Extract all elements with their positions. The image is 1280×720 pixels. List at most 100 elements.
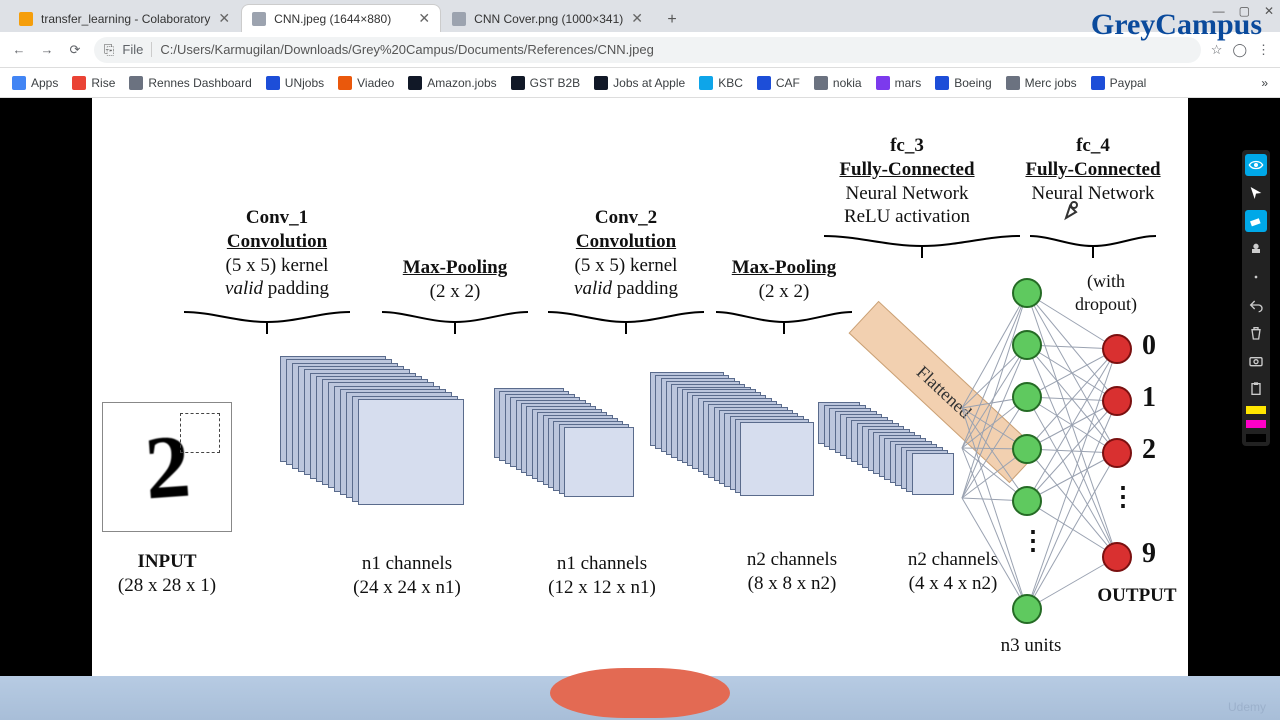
bookmark-star-icon[interactable]: ☆ [1211, 42, 1223, 58]
conv1-pad-suf: padding [263, 278, 329, 299]
fc4-node [1102, 438, 1132, 468]
color-swatch-black[interactable] [1246, 434, 1266, 442]
bookmark-favicon [814, 76, 828, 90]
undo-tool-icon[interactable] [1245, 294, 1267, 316]
bookmark-favicon [699, 76, 713, 90]
close-icon[interactable]: ✕ [631, 10, 643, 27]
pen-icon[interactable] [1240, 126, 1262, 148]
conv1-kernel: (5 x 5) kernel [182, 254, 372, 278]
bookmark-label: Boeing [954, 76, 991, 90]
greycampus-watermark: GreyCampus [1091, 8, 1262, 42]
conv2-out: n2 channels (8 x 8 x n2) [702, 548, 882, 596]
bookmark-label: Apps [31, 76, 58, 90]
input-title: INPUT [102, 550, 232, 574]
bookmark-label: Rennes Dashboard [148, 76, 251, 90]
visibility-tool-icon[interactable] [1245, 154, 1267, 176]
bookmark-favicon [511, 76, 525, 90]
bookmark-item[interactable]: CAF [757, 76, 800, 90]
close-icon[interactable]: ✕ [418, 10, 430, 27]
camera-tool-icon[interactable] [1245, 350, 1267, 372]
menu-icon[interactable]: ⋮ [1257, 42, 1270, 58]
fc3-units: n3 units [976, 634, 1086, 658]
bookmark-label: GST B2B [530, 76, 580, 90]
bookmark-item[interactable]: KBC [699, 76, 743, 90]
window-close-button[interactable]: ✕ [1264, 4, 1274, 18]
pool1-stack [494, 388, 654, 538]
bookmarks-overflow[interactable]: » [1261, 76, 1268, 90]
close-icon[interactable]: ✕ [218, 10, 230, 27]
forward-button[interactable]: → [38, 41, 56, 59]
bookmark-item[interactable]: Jobs at Apple [594, 76, 685, 90]
bookmark-item[interactable]: Boeing [935, 76, 991, 90]
fc3-node [1012, 382, 1042, 412]
profile-icon[interactable]: ◯ [1232, 42, 1247, 58]
pool1-outshape: (12 x 12 x n1) [512, 576, 692, 600]
stamp-cursor-icon [1062, 198, 1086, 222]
pool1-label: Max-Pooling (2 x 2) [360, 256, 550, 304]
bookmark-item[interactable]: Rise [72, 76, 115, 90]
back-button[interactable]: ← [10, 41, 28, 59]
omnibox[interactable]: ⎘ File C:/Users/Karmugilan/Downloads/Gre… [94, 37, 1201, 63]
browser-tab[interactable]: CNN Cover.png (1000×341) ✕ [441, 4, 654, 32]
bookmark-item[interactable]: Viadeo [338, 76, 394, 90]
bookmark-item[interactable]: Amazon.jobs [408, 76, 496, 90]
cnn-diagram: 2 INPUT (28 x 28 x 1) Conv_1 Convolution… [92, 98, 1188, 676]
conv1-out: n1 channels (24 x 24 x n1) [312, 552, 502, 600]
fc4-label: fc_4 Fully-Connected Neural Network [1008, 134, 1178, 205]
bookmark-favicon [129, 76, 143, 90]
url-path: C:/Users/Karmugilan/Downloads/Grey%20Cam… [160, 42, 653, 57]
trash-tool-icon[interactable] [1245, 322, 1267, 344]
annotation-toolbar [1242, 150, 1270, 446]
fc3-node [1012, 434, 1042, 464]
color-swatch-yellow[interactable] [1246, 406, 1266, 414]
bookmark-label: CAF [776, 76, 800, 90]
bookmark-item[interactable]: GST B2B [511, 76, 580, 90]
bookmark-item[interactable]: Apps [12, 76, 58, 90]
bookmark-favicon [12, 76, 26, 90]
pointer-tool-icon[interactable] [1245, 182, 1267, 204]
conv2-outshape: (8 x 8 x n2) [702, 572, 882, 596]
output-class-0: 0 [1142, 330, 1156, 362]
stamp-tool-icon[interactable] [1245, 238, 1267, 260]
bookmark-favicon [72, 76, 86, 90]
color-swatch-magenta[interactable] [1246, 420, 1266, 428]
conv2-channels: n2 channels [702, 548, 882, 572]
fc4-type: Fully-Connected [1008, 158, 1178, 182]
browser-tab-active[interactable]: CNN.jpeg (1644×880) ✕ [241, 4, 441, 32]
browser-tab[interactable]: transfer_learning - Colaboratory ✕ [8, 4, 241, 32]
addr-right: ☆ ◯ ⋮ [1211, 42, 1270, 58]
feature-map-layer [564, 427, 634, 497]
conv1-outshape: (24 x 24 x n1) [312, 576, 502, 600]
bookmark-favicon [594, 76, 608, 90]
bookmark-label: KBC [718, 76, 743, 90]
bookmark-favicon [1091, 76, 1105, 90]
bookmark-item[interactable]: Paypal [1091, 76, 1147, 90]
eraser-tool-icon[interactable] [1245, 210, 1267, 232]
conv1-label: Conv_1 Convolution (5 x 5) kernel valid … [182, 206, 372, 301]
conv1-stack [280, 356, 470, 536]
brace-icon [182, 310, 352, 338]
bookmark-label: Rise [91, 76, 115, 90]
new-tab-button[interactable]: + [660, 8, 684, 32]
bookmark-item[interactable]: Rennes Dashboard [129, 76, 251, 90]
bookmark-label: mars [895, 76, 922, 90]
bookmark-item[interactable]: nokia [814, 76, 862, 90]
clipboard-tool-icon[interactable] [1245, 378, 1267, 400]
conv1-type: Convolution [182, 230, 372, 254]
fc3-node [1012, 486, 1042, 516]
conv1-name: Conv_1 [182, 206, 372, 230]
output-label: OUTPUT [1082, 584, 1192, 608]
tab-title: transfer_learning - Colaboratory [41, 12, 210, 26]
browser-tab-strip: transfer_learning - Colaboratory ✕ CNN.j… [0, 0, 1280, 32]
bookmark-item[interactable]: UNjobs [266, 76, 324, 90]
input-label: INPUT (28 x 28 x 1) [102, 550, 232, 598]
conv2-name: Conv_2 [536, 206, 716, 230]
brace-icon [1028, 234, 1158, 262]
bookmark-item[interactable]: mars [876, 76, 922, 90]
dot-tool-icon[interactable] [1245, 266, 1267, 288]
fc3-name: fc_3 [812, 134, 1002, 158]
bookmark-item[interactable]: Merc jobs [1006, 76, 1077, 90]
reload-button[interactable]: ⟳ [66, 41, 84, 59]
tab-favicon [252, 12, 266, 26]
fc3-type: Fully-Connected [812, 158, 1002, 182]
